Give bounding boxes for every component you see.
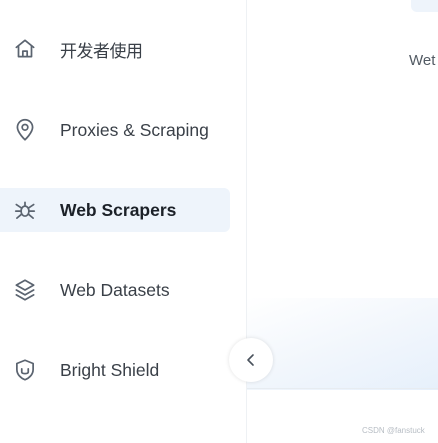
- sidebar-item-label: Web Scrapers: [60, 199, 177, 220]
- chevron-left-icon: [247, 354, 254, 366]
- database-icon: [12, 277, 38, 303]
- sidebar-item-developer[interactable]: 开发者使用: [0, 27, 230, 71]
- panel-title: Wet: [409, 52, 436, 69]
- spider-icon: [12, 197, 38, 223]
- location-pin-icon: [12, 117, 38, 143]
- collapse-sidebar-button[interactable]: [229, 338, 273, 382]
- sidebar-item-bright-shield[interactable]: Bright Shield: [0, 348, 230, 392]
- sidebar-item-web-datasets[interactable]: Web Datasets: [0, 268, 230, 312]
- side-nav: 开发者使用 Proxies & Scraping Web Scrapers We…: [0, 0, 246, 443]
- sidebar-item-proxies-scraping[interactable]: Proxies & Scraping: [0, 108, 230, 152]
- watermark: CSDN @fanstuck: [362, 426, 425, 435]
- divider: [247, 388, 438, 389]
- content-pane: Wet: [246, 0, 438, 443]
- decorative-gradient: [247, 298, 438, 390]
- sidebar-item-label: Proxies & Scraping: [60, 119, 209, 140]
- sidebar-item-label: Web Datasets: [60, 279, 170, 300]
- home-icon: [12, 36, 38, 62]
- sidebar-item-label: Bright Shield: [60, 359, 160, 380]
- sidebar-item-web-scrapers[interactable]: Web Scrapers: [0, 188, 230, 232]
- sidebar-item-label: 开发者使用: [60, 41, 143, 61]
- shield-icon: [12, 357, 38, 383]
- top-tab[interactable]: [411, 0, 438, 12]
